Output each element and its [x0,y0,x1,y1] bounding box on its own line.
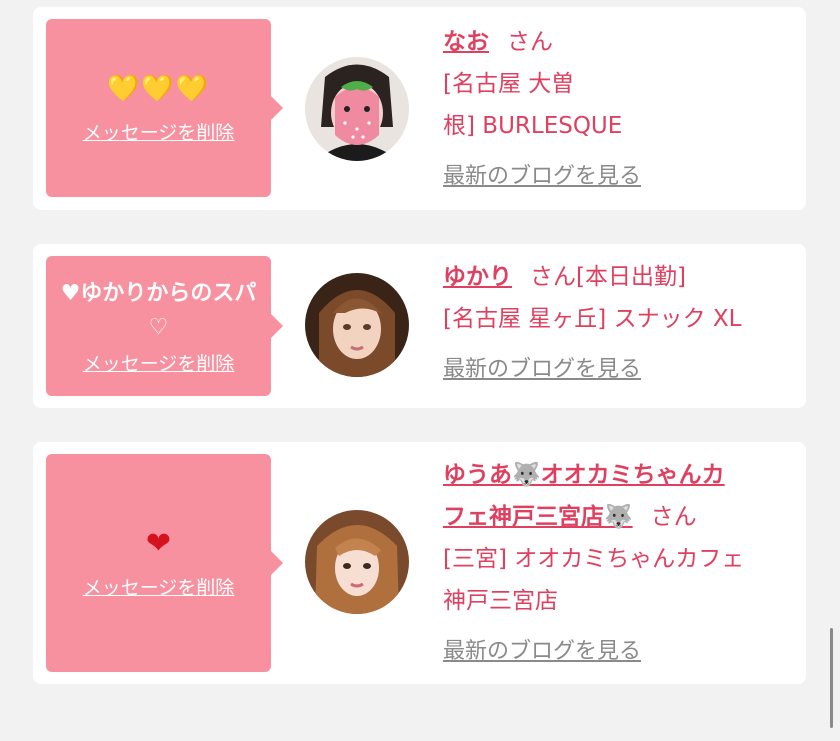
latest-blog-link[interactable]: 最新のブログを見る [443,631,641,673]
profile-name-link[interactable]: ゆうあ🐺オオカミちゃんカ [443,462,725,488]
message-bubble: 💛💛💛 メッセージを削除 [46,19,283,197]
latest-blog-link[interactable]: 最新のブログを見る [443,349,641,391]
message-card-2: ♥ゆかりからのスパ♡ メッセージを削除 ゆかり さん[本日出勤] [名古屋 星ヶ丘… [33,244,806,408]
status-text: [本日出勤] [576,264,686,290]
delete-message-link[interactable]: メッセージを削除 [83,349,235,376]
profile-info: ゆうあ🐺オオカミちゃんカ フェ神戸三宮店🐺 さん [三宮] オオカミちゃんカフェ … [443,454,803,673]
message-card-1: 💛💛💛 メッセージを削除 なお さん [名古屋 大曽 根] BURLESQUE 最… [33,7,806,210]
avatar[interactable] [305,273,409,377]
message-text: ♥ゆかりからのスパ♡ [60,280,257,340]
red-heart-icon: ❤ [145,525,172,561]
honorific: さん [530,264,576,290]
profile-name-link[interactable]: フェ神戸三宮店🐺 [443,504,633,530]
profile-info: ゆかり さん[本日出勤] [名古屋 星ヶ丘] スナック XL 最新のブログを見る [443,256,793,391]
avatar[interactable] [305,510,409,614]
shop-line: [名古屋 大曽 [443,71,575,97]
profile-name-link[interactable]: ゆかり [443,264,512,290]
scrollbar[interactable] [830,628,833,728]
yellow-hearts-icon: 💛💛💛 [106,73,211,104]
message-bubble: ❤ メッセージを削除 [46,454,283,672]
profile-info: なお さん [名古屋 大曽 根] BURLESQUE 最新のブログを見る [443,21,793,198]
message-card-3: ❤ メッセージを削除 ゆうあ🐺オオカミちゃんカ フェ神戸三宮店🐺 さん [三宮] … [33,442,806,684]
delete-message-link[interactable]: メッセージを削除 [83,573,235,600]
honorific: さん [650,504,697,530]
shop-line: [三宮] オオカミちゃんカフェ [443,546,745,572]
honorific: さん [507,29,553,55]
message-bubble: ♥ゆかりからのスパ♡ メッセージを削除 [46,256,283,396]
profile-name-link[interactable]: なお [443,29,489,55]
shop-line: 根] BURLESQUE [443,113,623,139]
delete-message-link[interactable]: メッセージを削除 [83,118,235,145]
latest-blog-link[interactable]: 最新のブログを見る [443,156,641,198]
shop-line: 神戸三宮店 [443,588,558,614]
avatar[interactable] [305,57,409,161]
shop-line: [名古屋 星ヶ丘] スナック XL [443,306,742,332]
